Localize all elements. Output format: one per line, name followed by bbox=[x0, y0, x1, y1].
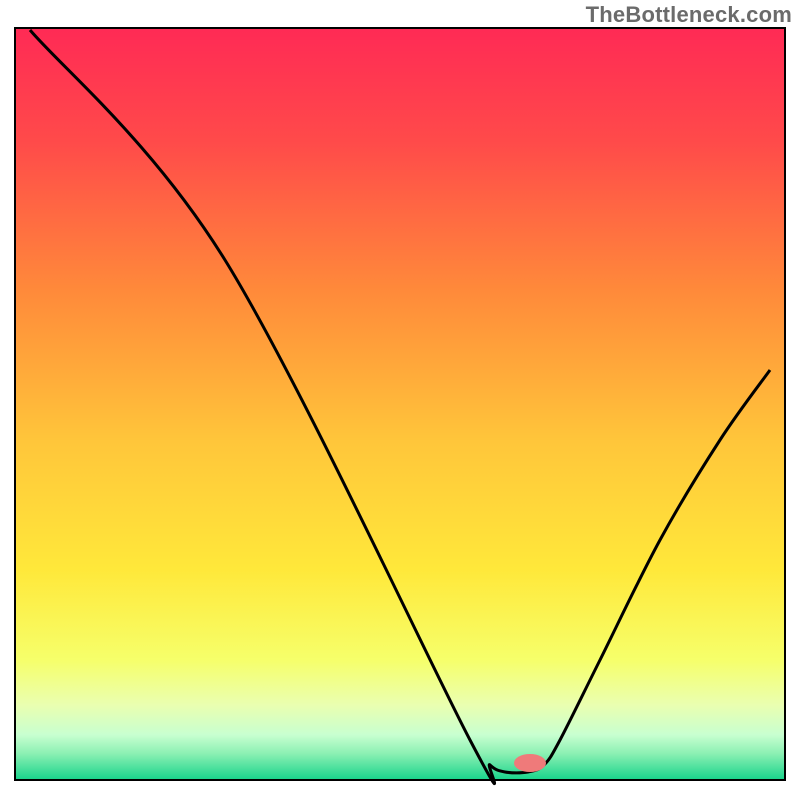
optimum-marker bbox=[514, 754, 546, 772]
chart-background bbox=[15, 28, 785, 780]
chart-container: TheBottleneck.com bbox=[0, 0, 800, 800]
bottleneck-chart bbox=[0, 0, 800, 800]
